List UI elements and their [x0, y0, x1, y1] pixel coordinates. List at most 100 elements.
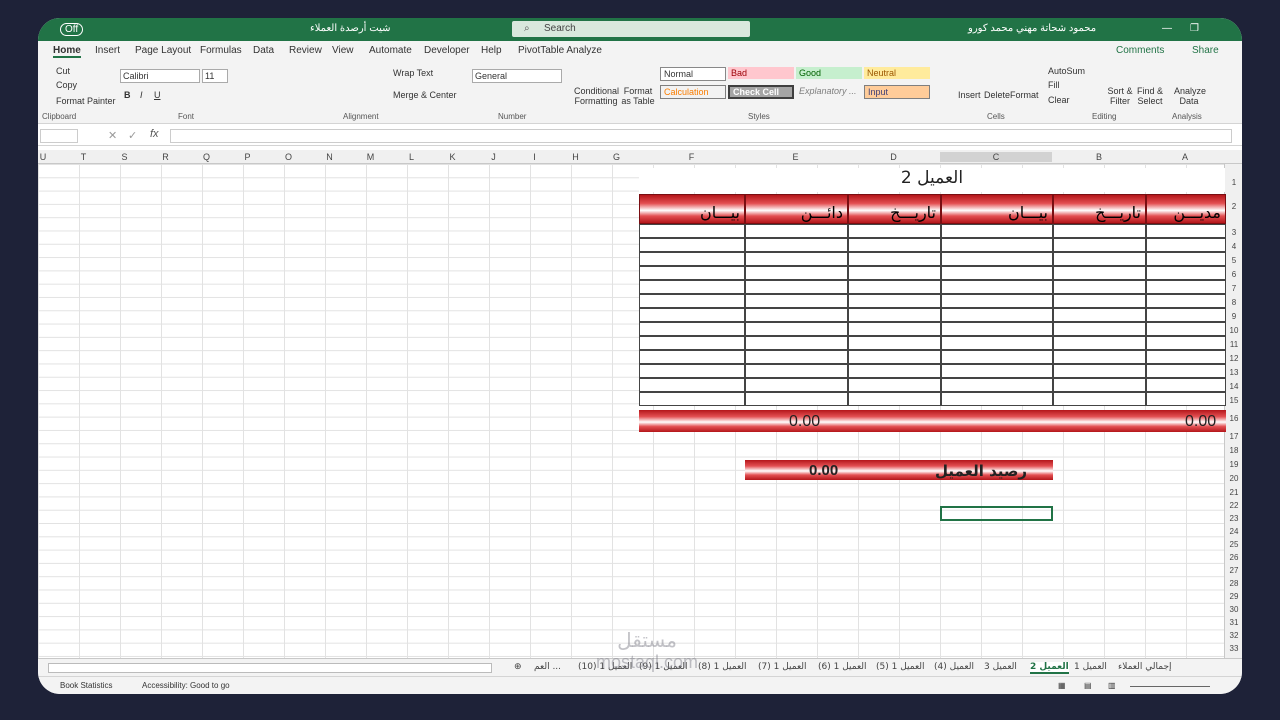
row-header[interactable]: 19: [1225, 460, 1242, 469]
col-header[interactable]: G: [596, 152, 637, 162]
minimize-icon[interactable]: —: [1162, 23, 1172, 34]
function-icon[interactable]: fx: [150, 128, 159, 140]
col-header[interactable]: M: [350, 152, 391, 162]
table-cell[interactable]: [941, 336, 1053, 350]
comments-button[interactable]: Comments: [1116, 45, 1164, 56]
table-cell[interactable]: [848, 266, 941, 280]
format-painter-button[interactable]: Format Painter: [56, 96, 116, 106]
clear-button[interactable]: Clear: [1048, 95, 1070, 105]
table-cell[interactable]: [1053, 392, 1146, 406]
table-cell[interactable]: [1053, 322, 1146, 336]
table-cell[interactable]: [941, 378, 1053, 392]
row-header[interactable]: 14: [1225, 382, 1242, 391]
style-bad[interactable]: Bad: [728, 67, 794, 79]
table-cell[interactable]: [1053, 224, 1146, 238]
row-header[interactable]: 4: [1225, 242, 1242, 251]
table-cell[interactable]: [1146, 350, 1226, 364]
format-as-table-button[interactable]: Format as Table: [620, 86, 656, 106]
formula-input[interactable]: [170, 129, 1232, 143]
header-description-1[interactable]: بيـــان: [941, 194, 1053, 224]
table-cell[interactable]: [848, 308, 941, 322]
table-cell[interactable]: [639, 392, 745, 406]
table-cell[interactable]: [745, 252, 848, 266]
col-header[interactable]: R: [145, 152, 186, 162]
table-cell[interactable]: [745, 238, 848, 252]
sheet-tab[interactable]: العميل 1 (5): [876, 662, 925, 672]
page-layout-icon[interactable]: ▤: [1084, 681, 1092, 690]
name-box[interactable]: [40, 129, 78, 143]
sheet-tab[interactable]: العميل 1 (7): [758, 662, 807, 672]
table-cell[interactable]: [1053, 266, 1146, 280]
style-calculation[interactable]: Calculation: [660, 85, 726, 99]
row-header[interactable]: 15: [1225, 396, 1242, 405]
table-cell[interactable]: [1053, 336, 1146, 350]
col-header[interactable]: H: [555, 152, 596, 162]
table-cell[interactable]: [941, 266, 1053, 280]
table-cell[interactable]: [848, 392, 941, 406]
row-header[interactable]: 25: [1225, 540, 1242, 549]
delete-cells-button[interactable]: Delete: [984, 90, 1010, 100]
table-cell[interactable]: [745, 280, 848, 294]
sheet-tab[interactable]: العميل 1: [1074, 662, 1107, 672]
table-cell[interactable]: [745, 364, 848, 378]
tab-pivottable-analyze[interactable]: PivotTable Analyze: [518, 45, 602, 56]
table-cell[interactable]: [1053, 378, 1146, 392]
table-cell[interactable]: [745, 336, 848, 350]
style-good[interactable]: Good: [796, 67, 862, 79]
table-cell[interactable]: [941, 364, 1053, 378]
table-cell[interactable]: [639, 364, 745, 378]
table-cell[interactable]: [1053, 238, 1146, 252]
table-cell[interactable]: [1146, 308, 1226, 322]
italic-button[interactable]: I: [140, 90, 143, 100]
table-cell[interactable]: [1146, 252, 1226, 266]
table-cell[interactable]: [1146, 378, 1226, 392]
table-cell[interactable]: [639, 224, 745, 238]
table-cell[interactable]: [1053, 280, 1146, 294]
table-cell[interactable]: [941, 280, 1053, 294]
table-cell[interactable]: [745, 322, 848, 336]
col-header[interactable]: I: [514, 152, 555, 162]
row-header[interactable]: 12: [1225, 354, 1242, 363]
table-cell[interactable]: [941, 392, 1053, 406]
tab-help[interactable]: Help: [481, 45, 502, 56]
table-cell[interactable]: [1053, 308, 1146, 322]
table-cell[interactable]: [1146, 364, 1226, 378]
tab-home[interactable]: Home: [53, 45, 81, 58]
col-header[interactable]: B: [1052, 152, 1146, 162]
autosum-button[interactable]: AutoSum: [1048, 66, 1085, 76]
row-header[interactable]: 33: [1225, 644, 1242, 653]
row-header[interactable]: 10: [1225, 326, 1242, 335]
sheet-tab-active[interactable]: العميل 2: [1030, 662, 1069, 674]
copy-button[interactable]: Copy: [56, 80, 77, 90]
header-credit[interactable]: دائـــن: [745, 194, 848, 224]
row-header[interactable]: 5: [1225, 256, 1242, 265]
table-cell[interactable]: [941, 224, 1053, 238]
autosave-toggle[interactable]: Off: [60, 23, 84, 36]
table-cell[interactable]: [639, 280, 745, 294]
col-header[interactable]: C: [940, 152, 1052, 162]
table-cell[interactable]: [745, 378, 848, 392]
table-cell[interactable]: [745, 350, 848, 364]
col-header[interactable]: F: [639, 152, 744, 162]
tab-page-layout[interactable]: Page Layout: [135, 45, 191, 56]
table-cell[interactable]: [941, 322, 1053, 336]
row-header[interactable]: 7: [1225, 284, 1242, 293]
row-header[interactable]: 1: [1225, 178, 1242, 187]
col-header[interactable]: E: [744, 152, 847, 162]
col-header[interactable]: T: [63, 152, 104, 162]
zoom-slider[interactable]: [1130, 686, 1210, 687]
tab-automate[interactable]: Automate: [369, 45, 412, 56]
table-cell[interactable]: [1146, 238, 1226, 252]
header-date-2[interactable]: تاريـــخ: [848, 194, 941, 224]
col-header[interactable]: P: [227, 152, 268, 162]
col-header[interactable]: A: [1146, 152, 1224, 162]
row-header[interactable]: 29: [1225, 592, 1242, 601]
underline-button[interactable]: U: [154, 90, 161, 100]
table-cell[interactable]: [848, 238, 941, 252]
wrap-text-button[interactable]: Wrap Text: [393, 68, 433, 78]
table-cell[interactable]: [848, 336, 941, 350]
table-cell[interactable]: [639, 294, 745, 308]
share-button[interactable]: Share: [1192, 45, 1219, 56]
sheet-tab[interactable]: إجمالي العملاء: [1118, 662, 1172, 672]
sheet-tab[interactable]: العم ...: [534, 662, 561, 672]
